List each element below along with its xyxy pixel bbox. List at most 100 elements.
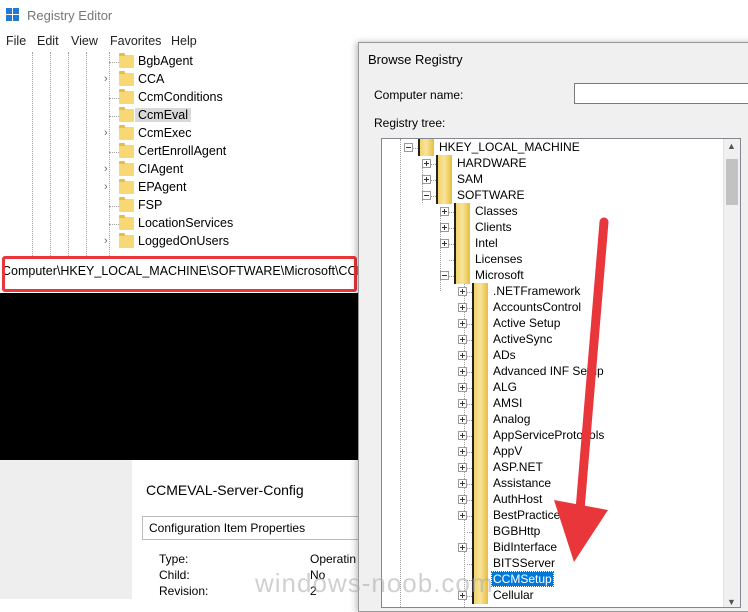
expand-plus-icon[interactable]: [440, 207, 449, 216]
folder-icon: [119, 53, 134, 68]
prop-label-child: Child:: [159, 568, 190, 582]
folder-icon: [472, 363, 488, 380]
prop-label-revision: Revision:: [159, 584, 209, 598]
expand-plus-icon[interactable]: [440, 239, 449, 248]
expand-plus-icon[interactable]: [422, 159, 431, 168]
expand-plus-icon[interactable]: [458, 367, 467, 376]
folder-icon: [119, 197, 134, 212]
menu-view[interactable]: View: [71, 34, 98, 48]
expand-plus-icon[interactable]: [458, 303, 467, 312]
expand-plus-icon[interactable]: [458, 399, 467, 408]
chevron-right-icon[interactable]: ›: [104, 127, 114, 139]
folder-icon: [472, 395, 488, 412]
registry-key-item[interactable]: › LoggedOnUsers: [104, 233, 354, 251]
config-item-title: CCMEVAL-Server-Config: [146, 482, 304, 498]
computer-name-input[interactable]: [574, 83, 748, 104]
registry-tree-node-label: HKEY_LOCAL_MACHINE: [439, 140, 580, 154]
expand-plus-icon[interactable]: [458, 447, 467, 456]
folder-icon: [472, 459, 488, 476]
scrollbar-thumb[interactable]: [726, 159, 738, 205]
prop-value-type: Operatin: [310, 552, 357, 566]
registry-key-item[interactable]: CertEnrollAgent: [104, 143, 354, 161]
tree-guide-line: [400, 139, 401, 607]
registry-tree-node-label: Licenses: [475, 252, 523, 266]
registry-key-tree[interactable]: BgbAgent › CCA CcmConditions CcmEval › CcmExec…: [0, 52, 358, 258]
registry-tree-node-label: AuthHost: [493, 492, 543, 506]
folder-icon: [472, 523, 488, 540]
folder-icon: [472, 539, 488, 556]
expand-plus-icon[interactable]: [458, 335, 467, 344]
tree-connector: [109, 62, 119, 63]
collapse-minus-icon[interactable]: [404, 143, 413, 152]
folder-icon: [472, 299, 488, 316]
folder-icon: [472, 491, 488, 508]
folder-icon: [454, 219, 470, 236]
expand-plus-icon[interactable]: [458, 351, 467, 360]
registry-tree-node-label: HARDWARE: [457, 156, 527, 170]
registry-tree-node[interactable]: HARDWARE: [422, 155, 712, 172]
expand-plus-icon[interactable]: [458, 479, 467, 488]
expand-plus-icon[interactable]: [458, 495, 467, 504]
folder-icon: [436, 155, 452, 172]
registry-key-item[interactable]: CcmConditions: [104, 89, 354, 107]
collapse-minus-icon[interactable]: [422, 191, 431, 200]
registry-tree-node[interactable]: Cellular: [458, 587, 712, 604]
expand-plus-icon[interactable]: [458, 543, 467, 552]
tree-vertical-scrollbar[interactable]: ▲ ▼: [723, 139, 740, 607]
registry-key-item[interactable]: LocationServices: [104, 215, 354, 233]
registry-tree-node-label: ALG: [493, 380, 518, 394]
expand-plus-icon[interactable]: [458, 383, 467, 392]
folder-icon: [436, 187, 452, 204]
folder-icon: [454, 251, 470, 268]
expand-plus-icon[interactable]: [458, 463, 467, 472]
expand-plus-icon[interactable]: [458, 431, 467, 440]
expand-plus-icon[interactable]: [458, 319, 467, 328]
folder-icon: [119, 179, 134, 194]
expand-plus-icon[interactable]: [458, 511, 467, 520]
folder-icon: [454, 267, 470, 284]
chevron-right-icon[interactable]: ›: [104, 73, 114, 85]
chevron-right-icon[interactable]: ›: [104, 181, 114, 193]
folder-icon: [454, 203, 470, 220]
registry-key-label: CIAgent: [138, 162, 184, 176]
registry-key-item[interactable]: › EPAgent: [104, 179, 354, 197]
tree-connector: [109, 116, 119, 117]
tree-connector: [109, 152, 119, 153]
arrow-shaft: [575, 217, 609, 515]
collapse-minus-icon[interactable]: [440, 271, 449, 280]
registry-key-label: CertEnrollAgent: [138, 144, 227, 158]
registry-key-label: CcmConditions: [138, 90, 223, 104]
chevron-right-icon[interactable]: ›: [104, 163, 114, 175]
registry-key-item[interactable]: › CIAgent: [104, 161, 354, 179]
registry-key-item[interactable]: FSP: [104, 197, 354, 215]
arrow-head: [554, 500, 608, 562]
menu-favorites[interactable]: Favorites: [110, 34, 161, 48]
expand-plus-icon[interactable]: [458, 287, 467, 296]
registry-key-label: CcmEval: [135, 108, 192, 122]
menu-file[interactable]: File: [6, 34, 26, 48]
registry-tree-node-label: ASP.NET: [493, 460, 543, 474]
tree-connector: [109, 206, 119, 207]
scroll-up-arrow-icon[interactable]: ▲: [727, 141, 736, 151]
registry-tree-node[interactable]: SOFTWARE: [422, 187, 712, 204]
folder-icon: [472, 443, 488, 460]
menu-edit[interactable]: Edit: [37, 34, 59, 48]
registry-key-item[interactable]: BgbAgent: [104, 53, 354, 71]
expand-plus-icon[interactable]: [458, 415, 467, 424]
tree-guide-line: [50, 52, 51, 258]
expand-plus-icon[interactable]: [440, 223, 449, 232]
registry-key-item[interactable]: › CcmExec: [104, 125, 354, 143]
menu-help[interactable]: Help: [171, 34, 197, 48]
tree-connector: [109, 224, 119, 225]
registry-tree-node[interactable]: HKEY_LOCAL_MACHINE: [404, 139, 712, 156]
chevron-right-icon[interactable]: ›: [104, 235, 114, 247]
watermark-text: windows-noob.com: [255, 568, 494, 598]
folder-icon: [472, 411, 488, 428]
registry-key-item[interactable]: › CCA: [104, 71, 354, 89]
registry-key-item[interactable]: CcmEval: [104, 107, 354, 125]
expand-plus-icon[interactable]: [422, 175, 431, 184]
registry-key-label: EPAgent: [138, 180, 187, 194]
tree-guide-line: [68, 52, 69, 258]
registry-tree-node-label: Classes: [475, 204, 518, 218]
registry-tree-node[interactable]: SAM: [422, 171, 712, 188]
